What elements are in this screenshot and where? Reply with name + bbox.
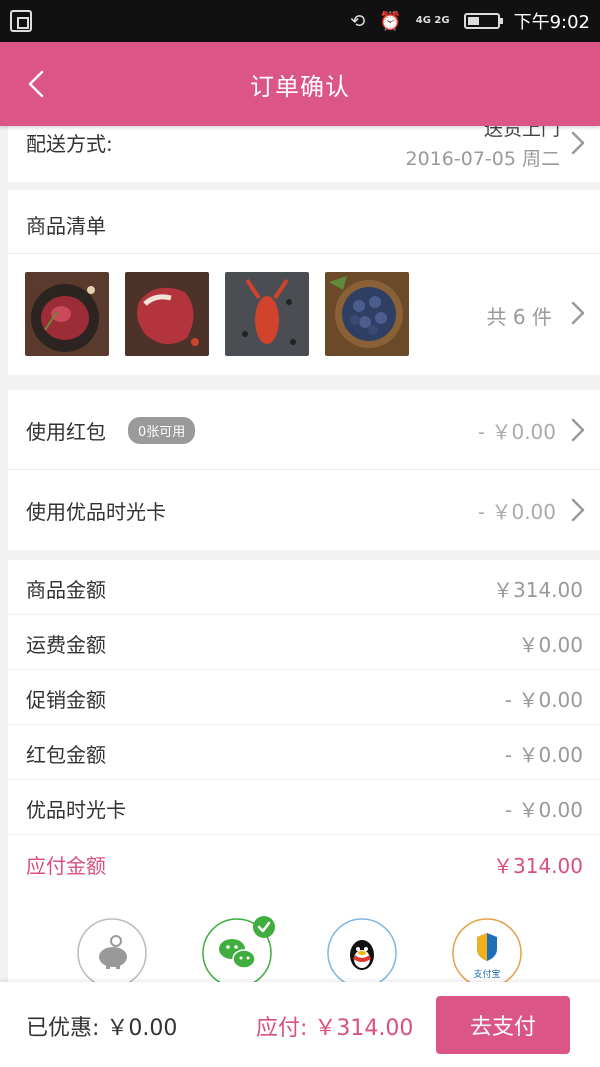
summary-value: - ￥0.00 bbox=[504, 798, 583, 822]
alarm-icon: ⏰ bbox=[379, 10, 402, 32]
payable-label: 应付金额 bbox=[26, 854, 106, 878]
sirloin-steak-image[interactable] bbox=[125, 272, 209, 356]
summary-row: 优品时光卡 - ￥0.00 bbox=[8, 780, 600, 835]
battery-icon bbox=[463, 13, 503, 29]
qq-icon[interactable] bbox=[326, 917, 398, 982]
redpack-badge: 0张可用 bbox=[128, 416, 196, 444]
redpack-label: 使用红包 bbox=[26, 419, 106, 444]
alipay-icon[interactable]: 支付宝 bbox=[451, 917, 523, 982]
status-time: 下午9:02 bbox=[513, 12, 590, 33]
status-bar: ⟲ ⏰ 4G 2G 下午9:02 bbox=[0, 0, 600, 42]
blueberries-image[interactable] bbox=[325, 272, 409, 356]
piggy-bank-icon[interactable] bbox=[76, 917, 148, 982]
screenshot-icon bbox=[10, 10, 32, 32]
summary-label: 红包金额 bbox=[26, 743, 106, 767]
summary-row: 商品金额 ￥314.00 bbox=[8, 560, 600, 615]
summary-value: - ￥0.00 bbox=[504, 688, 583, 712]
delivery-method: 送货上门 bbox=[483, 126, 560, 140]
summary-row: 红包金额 - ￥0.00 bbox=[8, 725, 600, 780]
chevron-right-icon bbox=[570, 417, 586, 443]
delivery-section[interactable]: 配送方式: 送货上门 2016-07-05 周二 bbox=[8, 126, 600, 182]
chevron-right-icon bbox=[570, 497, 586, 523]
time-card-label: 使用优品时光卡 bbox=[26, 499, 166, 524]
summary-label: 运费金额 bbox=[26, 633, 106, 657]
divider bbox=[8, 253, 600, 254]
payment-methods: 支付宝 bbox=[8, 892, 600, 982]
network-indicator: 4G 2G bbox=[415, 15, 450, 26]
summary-label: 促销金额 bbox=[26, 688, 106, 712]
checkout-bar: 已优惠: ￥0.00 应付: ￥314.00 去支付 bbox=[0, 982, 600, 1067]
price-summary: 商品金额 ￥314.00 运费金额 ￥0.00 促销金额 - ￥0.00 红包金… bbox=[8, 560, 600, 892]
chevron-right-icon bbox=[570, 130, 586, 156]
redpack-row[interactable]: 使用红包 0张可用 - ￥0.00 bbox=[8, 390, 600, 470]
coupons-section: 使用红包 0张可用 - ￥0.00 使用优品时光卡 - ￥0.00 bbox=[8, 390, 600, 550]
beef-steak-image[interactable] bbox=[25, 272, 109, 356]
app-header: 订单确认 bbox=[0, 42, 600, 126]
summary-label: 优品时光卡 bbox=[26, 798, 126, 822]
goods-section: 商品清单 共 6 件 bbox=[8, 190, 600, 375]
summary-value: - ￥0.00 bbox=[504, 743, 583, 767]
summary-row: 促销金额 - ￥0.00 bbox=[8, 670, 600, 725]
chevron-right-icon bbox=[570, 300, 586, 326]
discount-text: 已优惠: ￥0.00 bbox=[26, 1016, 178, 1041]
chevron-left-icon bbox=[28, 70, 44, 98]
payable-value: ￥314.00 bbox=[493, 854, 583, 878]
alipay-text: 支付宝 bbox=[473, 968, 500, 980]
status-right: ⟲ ⏰ 4G 2G 下午9:02 bbox=[350, 8, 590, 34]
redpack-value: - ￥0.00 bbox=[477, 419, 556, 444]
page-title: 订单确认 bbox=[250, 72, 350, 101]
summary-label: 商品金额 bbox=[26, 578, 106, 602]
pay-button[interactable]: 去支付 bbox=[436, 996, 570, 1054]
time-card-row[interactable]: 使用优品时光卡 - ￥0.00 bbox=[8, 470, 600, 550]
selected-check-icon bbox=[253, 916, 275, 938]
goods-count[interactable]: 共 6 件 bbox=[487, 301, 552, 330]
goods-title: 商品清单 bbox=[26, 214, 106, 238]
amount-due: 应付: ￥314.00 bbox=[256, 1016, 414, 1041]
summary-value: ￥314.00 bbox=[493, 578, 583, 602]
back-button[interactable] bbox=[22, 66, 52, 102]
summary-value: ￥0.00 bbox=[518, 633, 583, 657]
crayfish-image[interactable] bbox=[225, 272, 309, 356]
delivery-label: 配送方式: bbox=[26, 132, 113, 156]
time-card-value: - ￥0.00 bbox=[477, 499, 556, 524]
payable-row: 应付金额 ￥314.00 bbox=[8, 836, 600, 891]
rotate-icon: ⟲ bbox=[350, 10, 366, 32]
summary-row: 运费金额 ￥0.00 bbox=[8, 615, 600, 670]
delivery-date: 2016-07-05 周二 bbox=[405, 148, 560, 170]
